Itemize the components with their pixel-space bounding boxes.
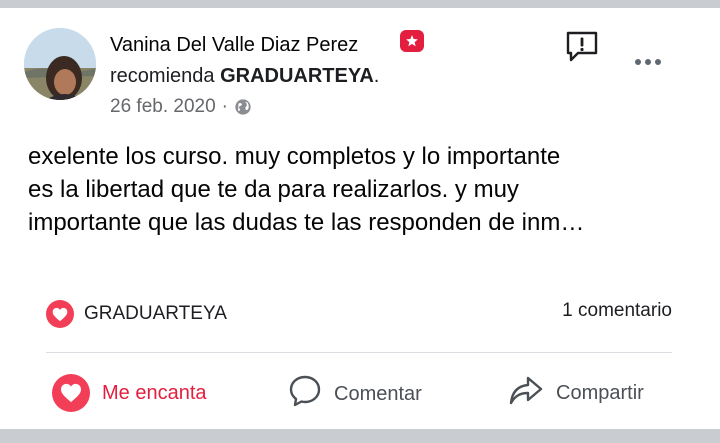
post-meta: 26 feb. 2020 · bbox=[110, 96, 252, 118]
comment-button[interactable]: Comentar bbox=[288, 374, 422, 414]
author-name[interactable]: Vanina Del Valle Diaz Perez bbox=[110, 34, 358, 57]
top-separator bbox=[0, 0, 720, 8]
avatar-photo bbox=[24, 28, 96, 100]
recommendation-line: recomienda GRADUARTEYA. bbox=[110, 65, 379, 88]
share-label: Compartir bbox=[556, 381, 644, 404]
more-dot bbox=[635, 59, 641, 65]
comments-count[interactable]: 1 comentario bbox=[562, 300, 672, 322]
more-options-button[interactable] bbox=[632, 54, 664, 70]
comment-label: Comentar bbox=[334, 382, 422, 405]
recommend-prefix: recomienda bbox=[110, 65, 221, 87]
recommendation-star-icon bbox=[400, 30, 424, 52]
heart-icon bbox=[52, 374, 90, 412]
author-avatar[interactable] bbox=[24, 28, 96, 100]
share-arrow-icon bbox=[508, 374, 544, 412]
meta-separator: · bbox=[221, 96, 228, 117]
reactions-label: GRADUARTEYA bbox=[84, 303, 227, 324]
post-text: exelente los curso. muy completos y lo i… bbox=[28, 140, 688, 239]
more-dot bbox=[645, 59, 651, 65]
recommend-suffix: . bbox=[373, 65, 380, 87]
heart-reaction-icon bbox=[46, 300, 74, 328]
report-icon[interactable] bbox=[564, 30, 600, 64]
love-label: Me encanta bbox=[102, 381, 207, 404]
globe-icon bbox=[234, 98, 252, 116]
more-dot bbox=[655, 59, 661, 65]
post-date[interactable]: 26 feb. 2020 bbox=[110, 96, 216, 118]
love-button[interactable]: Me encanta bbox=[52, 374, 207, 412]
share-button[interactable]: Compartir bbox=[508, 374, 644, 412]
post-text-line: es la libertad que te da para realizarlo… bbox=[28, 176, 519, 203]
reactions-summary[interactable]: GRADUARTEYA bbox=[46, 300, 227, 328]
page-name-link[interactable]: GRADUARTEYA bbox=[220, 65, 374, 87]
actions-divider bbox=[46, 352, 672, 353]
post-text-line: exelente los curso. muy completos y lo i… bbox=[28, 143, 561, 170]
comment-bubble-icon bbox=[288, 374, 322, 414]
post-text-line[interactable]: importante que las dudas te las responde… bbox=[28, 206, 688, 239]
bottom-separator bbox=[0, 429, 720, 443]
